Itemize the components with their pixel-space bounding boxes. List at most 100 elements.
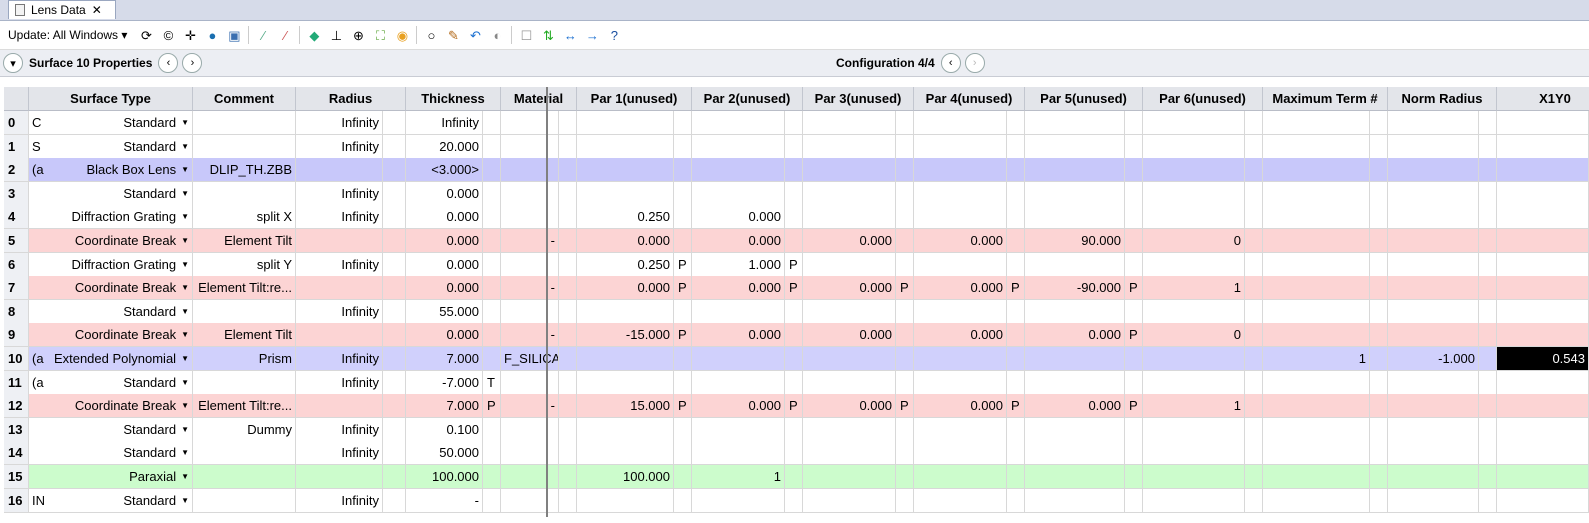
- cell-par5[interactable]: 0.000: [1025, 394, 1125, 419]
- cell-thickness[interactable]: 0.000: [406, 181, 483, 206]
- cell-thickness[interactable]: Infinity: [406, 111, 483, 135]
- surface-type-selector[interactable]: Standard ▼: [123, 115, 189, 130]
- cell-radius[interactable]: Infinity: [296, 441, 383, 466]
- cell-radius-solve[interactable]: [383, 276, 406, 301]
- cell-par5-solve[interactable]: [1125, 417, 1143, 442]
- cell-par6[interactable]: [1143, 252, 1245, 277]
- cell-par6[interactable]: [1143, 158, 1245, 183]
- cell-material[interactable]: -: [501, 394, 559, 419]
- cell-material-solve[interactable]: [559, 158, 577, 183]
- cell-par5[interactable]: [1025, 488, 1125, 513]
- cell-max-term-solve[interactable]: [1370, 181, 1388, 206]
- cell-norm-radius-solve[interactable]: [1479, 488, 1497, 513]
- cell-par4-solve[interactable]: [1007, 488, 1025, 513]
- pickup-icon[interactable]: ⛶: [371, 26, 389, 44]
- cell-par1-solve[interactable]: [674, 465, 692, 489]
- surface-type-value[interactable]: Diffraction Grating: [72, 257, 177, 272]
- cell-par4[interactable]: [914, 347, 1007, 371]
- cell-par6-solve[interactable]: [1245, 134, 1263, 159]
- cell-par4[interactable]: [914, 488, 1007, 513]
- cell-par2-solve[interactable]: [785, 299, 803, 324]
- dropdown-arrow-icon[interactable]: ▼: [181, 236, 189, 245]
- cell-comment[interactable]: split Y: [193, 252, 296, 277]
- cell-material[interactable]: [501, 252, 559, 277]
- cell-thickness-solve[interactable]: [483, 181, 501, 206]
- cell-par2-solve[interactable]: [785, 441, 803, 466]
- surface-row[interactable]: 13 Standard ▼ Dummy Infinity 0.100: [4, 417, 1589, 442]
- cell-material-solve[interactable]: [559, 252, 577, 277]
- tilt-icon[interactable]: ⊥: [327, 26, 345, 44]
- surface-row[interactable]: 5 Coordinate Break ▼ Element Tilt 0.000 - 0.00…: [4, 229, 1589, 253]
- cell-material-solve[interactable]: [559, 347, 577, 371]
- dropdown-arrow-icon[interactable]: ▼: [181, 212, 189, 221]
- cell-radius[interactable]: [296, 276, 383, 301]
- cell-par1[interactable]: [577, 181, 674, 206]
- cell-par6[interactable]: [1143, 370, 1245, 395]
- cell-surface-type[interactable]: Paraxial ▼: [29, 465, 193, 489]
- cell-par2-solve[interactable]: P: [785, 276, 803, 301]
- cell-par1-solve[interactable]: [674, 417, 692, 442]
- cell-material-solve[interactable]: [559, 441, 577, 466]
- cell-max-term-solve[interactable]: [1370, 441, 1388, 466]
- cell-surface-type[interactable]: Standard ▼: [29, 441, 193, 466]
- cell-thickness[interactable]: 0.000: [406, 205, 483, 230]
- cell-norm-radius-solve[interactable]: [1479, 465, 1497, 489]
- cell-par4-solve[interactable]: [1007, 111, 1025, 135]
- cell-material[interactable]: [501, 205, 559, 230]
- cell-par1[interactable]: 15.000: [577, 394, 674, 419]
- cell-par5-solve[interactable]: [1125, 111, 1143, 135]
- tab-lens-data[interactable]: Lens Data ✕: [8, 0, 116, 19]
- cell-norm-radius-solve[interactable]: [1479, 134, 1497, 159]
- cell-par5[interactable]: [1025, 417, 1125, 442]
- cell-par4[interactable]: [914, 441, 1007, 466]
- column-header-norm-radius[interactable]: Norm Radius: [1388, 87, 1497, 111]
- dropdown-arrow-icon[interactable]: ▼: [181, 307, 189, 316]
- cell-surface-type[interactable]: (a Black Box Lens ▼: [29, 158, 193, 183]
- cell-par5[interactable]: [1025, 134, 1125, 159]
- cell-x1y0[interactable]: [1497, 394, 1589, 419]
- cell-par2[interactable]: 1: [692, 465, 785, 489]
- cell-radius[interactable]: Infinity: [296, 252, 383, 277]
- cell-par4-solve[interactable]: [1007, 299, 1025, 324]
- cell-max-term-solve[interactable]: [1370, 276, 1388, 301]
- cell-norm-radius[interactable]: -1.000: [1388, 347, 1479, 371]
- cell-max-term-solve[interactable]: [1370, 111, 1388, 135]
- cell-norm-radius[interactable]: [1388, 229, 1479, 253]
- cell-surface-type[interactable]: Standard ▼: [29, 181, 193, 206]
- surface-type-value[interactable]: Paraxial: [129, 469, 176, 484]
- cell-x1y0[interactable]: [1497, 299, 1589, 324]
- cell-thickness-solve[interactable]: [483, 417, 501, 442]
- surface-row[interactable]: 16 IN Standard ▼ Infinity -: [4, 488, 1589, 513]
- dropdown-arrow-icon[interactable]: ▼: [181, 472, 189, 481]
- cell-thickness[interactable]: 55.000: [406, 299, 483, 324]
- cell-max-term[interactable]: [1263, 229, 1370, 253]
- cell-par3-solve[interactable]: [896, 252, 914, 277]
- cell-par5[interactable]: [1025, 347, 1125, 371]
- cell-par5-solve[interactable]: P: [1125, 323, 1143, 348]
- cell-par3[interactable]: 0.000: [803, 323, 896, 348]
- cell-par4-solve[interactable]: [1007, 441, 1025, 466]
- cell-par4[interactable]: 0.000: [914, 323, 1007, 348]
- cell-par2[interactable]: [692, 370, 785, 395]
- cell-thickness[interactable]: 0.000: [406, 229, 483, 253]
- cell-radius-solve[interactable]: [383, 158, 406, 183]
- update-dropdown[interactable]: Update: All Windows ▾: [8, 28, 127, 42]
- cell-par6-solve[interactable]: [1245, 181, 1263, 206]
- cell-surface-type[interactable]: (a Standard ▼: [29, 370, 193, 395]
- cell-par5[interactable]: 90.000: [1025, 229, 1125, 253]
- cell-material[interactable]: -: [501, 323, 559, 348]
- cell-par6[interactable]: [1143, 465, 1245, 489]
- column-header-row-number[interactable]: [4, 87, 29, 111]
- surface-type-value[interactable]: Black Box Lens: [86, 162, 176, 177]
- cell-max-term[interactable]: 1: [1263, 347, 1370, 371]
- cell-par6[interactable]: 1: [1143, 276, 1245, 301]
- cell-norm-radius[interactable]: [1388, 370, 1479, 395]
- cell-par2-solve[interactable]: [785, 323, 803, 348]
- cell-par3-solve[interactable]: [896, 441, 914, 466]
- cell-par1[interactable]: 100.000: [577, 465, 674, 489]
- cell-par3[interactable]: 0.000: [803, 229, 896, 253]
- cell-par1-solve[interactable]: P: [674, 323, 692, 348]
- cell-par6[interactable]: 0: [1143, 229, 1245, 253]
- edit-icon[interactable]: ✎: [444, 26, 462, 44]
- cell-par6[interactable]: [1143, 111, 1245, 135]
